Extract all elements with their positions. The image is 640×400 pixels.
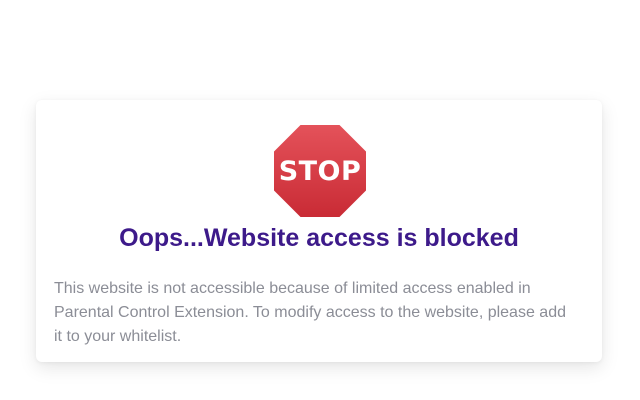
stop-sign-icon: STOP (273, 124, 367, 218)
page-title: Oops...Website access is blocked (119, 224, 519, 252)
stop-sign-label: STOP (278, 155, 362, 187)
blocked-message: This website is not accessible because o… (54, 280, 566, 345)
blocked-page: STOP Oops...Website access is blocked Th… (0, 0, 640, 400)
blocked-card: STOP Oops...Website access is blocked Th… (36, 100, 602, 362)
